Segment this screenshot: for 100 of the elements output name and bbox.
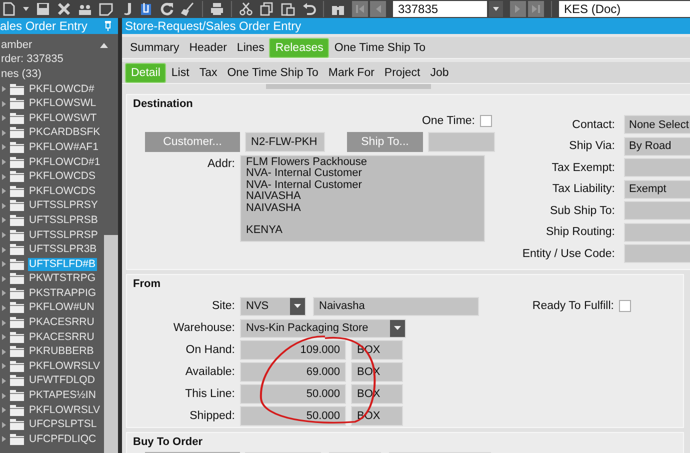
expand-arrow-icon[interactable] <box>2 334 6 340</box>
tab[interactable]: Job <box>425 64 454 82</box>
tree-item[interactable]: PKFLOWCDS <box>28 170 97 184</box>
paste-icon[interactable] <box>281 2 295 16</box>
expand-arrow-icon[interactable] <box>2 130 6 136</box>
expand-arrow-icon[interactable] <box>2 290 6 296</box>
caret-icon[interactable] <box>492 6 500 12</box>
expand-arrow-icon[interactable] <box>2 363 6 370</box>
tree-item[interactable]: PKFLOWCD#1 <box>28 156 102 169</box>
expand-arrow-icon[interactable] <box>2 232 6 238</box>
people-icon[interactable] <box>78 2 92 16</box>
tab[interactable]: Project <box>379 64 426 82</box>
tree-node[interactable]: nes (33) <box>0 68 42 81</box>
tree-item[interactable]: UFWTFDLQD <box>28 374 96 388</box>
cut-icon[interactable] <box>239 2 253 16</box>
save-icon[interactable] <box>36 2 50 16</box>
tree-item[interactable]: PKFLOW#AF1 <box>28 140 100 154</box>
checkbox[interactable] <box>480 114 492 126</box>
tree-item[interactable]: UFTSSLPRSY <box>28 199 99 212</box>
note-icon[interactable] <box>99 2 113 16</box>
site-dropdown[interactable]: NVS <box>240 296 306 316</box>
scrollbar-thumb[interactable] <box>104 235 118 453</box>
text-field[interactable]: None Select <box>624 115 690 134</box>
first-record-icon[interactable] <box>355 4 365 14</box>
print-icon[interactable] <box>210 2 224 16</box>
expand-arrow-icon[interactable] <box>2 174 6 180</box>
tree-item[interactable]: PKCARDBSFK <box>28 126 102 140</box>
attachment-icon[interactable] <box>139 2 153 16</box>
tree-item[interactable]: PKFLOW#UN <box>28 301 96 314</box>
expand-arrow-icon[interactable] <box>2 348 6 355</box>
text-field[interactable] <box>624 201 690 220</box>
expand-arrow-icon[interactable] <box>2 100 6 107</box>
order-number-field[interactable]: 337835 <box>393 1 487 17</box>
quantity-field[interactable]: 50.000 <box>240 406 346 426</box>
expand-arrow-icon[interactable] <box>2 115 6 122</box>
tree-item[interactable]: PKFLOWSWL <box>28 97 98 110</box>
tree-item[interactable]: PKFLOWRSLV <box>28 404 101 417</box>
company-field[interactable]: KES (Doc) <box>559 1 690 17</box>
expand-arrow-icon[interactable] <box>2 202 6 209</box>
close-icon[interactable] <box>57 2 71 16</box>
expand-arrow-icon[interactable] <box>2 378 6 384</box>
ship-to-id-field[interactable] <box>428 132 495 152</box>
tree-item[interactable]: PKFLOWSWT <box>28 112 98 125</box>
refresh-icon[interactable] <box>160 2 174 16</box>
expand-arrow-icon[interactable] <box>2 159 6 166</box>
collapse-icon[interactable] <box>100 42 108 48</box>
tree-item[interactable]: PKWTSTRPG <box>28 272 97 286</box>
tree-item[interactable]: PKTAPES½IN <box>28 389 97 402</box>
tree-item[interactable]: PKSTRAPPIG <box>28 286 98 300</box>
tree-item[interactable]: PKRUBBERB <box>28 345 95 358</box>
expand-arrow-icon[interactable] <box>2 86 6 92</box>
broom-icon[interactable] <box>181 2 195 16</box>
tree-item[interactable]: UFTSSLPRSP <box>28 228 99 242</box>
site-name-field[interactable]: Naivasha <box>313 296 479 316</box>
text-field[interactable]: By Road <box>624 136 690 156</box>
partial-field[interactable] <box>266 84 431 89</box>
tree-node[interactable]: rder: 337835 <box>0 53 64 66</box>
new-document-icon[interactable] <box>2 2 16 16</box>
expand-arrow-icon[interactable] <box>2 276 6 282</box>
expand-arrow-icon[interactable] <box>2 436 6 442</box>
quantity-field[interactable]: 50.000 <box>240 384 346 404</box>
checkbox[interactable] <box>619 300 631 312</box>
expand-arrow-icon[interactable] <box>2 392 6 399</box>
copy-icon[interactable] <box>260 2 274 16</box>
tree-item[interactable]: UFCPSLPTSL <box>28 418 98 432</box>
expand-arrow-icon[interactable] <box>2 320 6 326</box>
tab[interactable]: One Time Ship To <box>329 38 431 56</box>
text-field[interactable]: Exempt <box>624 180 690 198</box>
tree-node[interactable]: amber <box>0 38 34 52</box>
tree-item[interactable]: PKFLOWCD# <box>28 82 96 96</box>
tree-item[interactable]: UFCPFDLIQC <box>28 432 98 446</box>
expand-arrow-icon[interactable] <box>2 261 6 268</box>
expand-arrow-icon[interactable] <box>2 407 6 414</box>
tab[interactable]: List <box>166 64 194 82</box>
customer-id-field[interactable]: N2-FLW-PKH <box>245 132 325 152</box>
expand-arrow-icon[interactable] <box>2 304 6 311</box>
expand-arrow-icon[interactable] <box>2 144 6 150</box>
undo-icon[interactable] <box>302 2 316 16</box>
expand-arrow-icon[interactable] <box>2 217 6 224</box>
quantity-field[interactable]: 109.000 <box>240 340 346 360</box>
text-field[interactable] <box>624 158 690 177</box>
tab[interactable]: Tax <box>194 64 222 82</box>
tab[interactable]: Mark For <box>323 64 380 82</box>
tree-item[interactable]: PKFLOWCDS <box>28 184 97 198</box>
tree-item[interactable]: PKFLOWRSLV <box>28 360 101 373</box>
address-field[interactable]: FLM Flowers Packhouse NVA- Internal Customer NVA- Internal Customer NAIVASHA NAIVASHA KENYA <box>240 155 485 242</box>
quantity-field[interactable]: 69.000 <box>240 362 346 382</box>
tree-item[interactable]: PKACESRRU <box>28 316 96 330</box>
tree-item[interactable]: UFTSSLPRSB <box>28 214 99 227</box>
expand-arrow-icon[interactable] <box>2 188 6 194</box>
tree-item[interactable]: UFTSFLFD#B <box>28 258 97 271</box>
text-field[interactable] <box>624 244 690 263</box>
tree-item[interactable]: PKACESRRU <box>28 330 96 344</box>
tab[interactable]: Summary <box>125 38 184 56</box>
expand-arrow-icon[interactable] <box>2 422 6 428</box>
tree-item[interactable]: UFTSSLPR3B <box>28 243 98 256</box>
text-field[interactable] <box>624 222 690 242</box>
last-record-icon[interactable] <box>531 4 541 14</box>
tab[interactable]: Header <box>184 38 232 56</box>
warehouse-dropdown[interactable]: Nvs-Kin Packaging Store <box>240 318 406 338</box>
